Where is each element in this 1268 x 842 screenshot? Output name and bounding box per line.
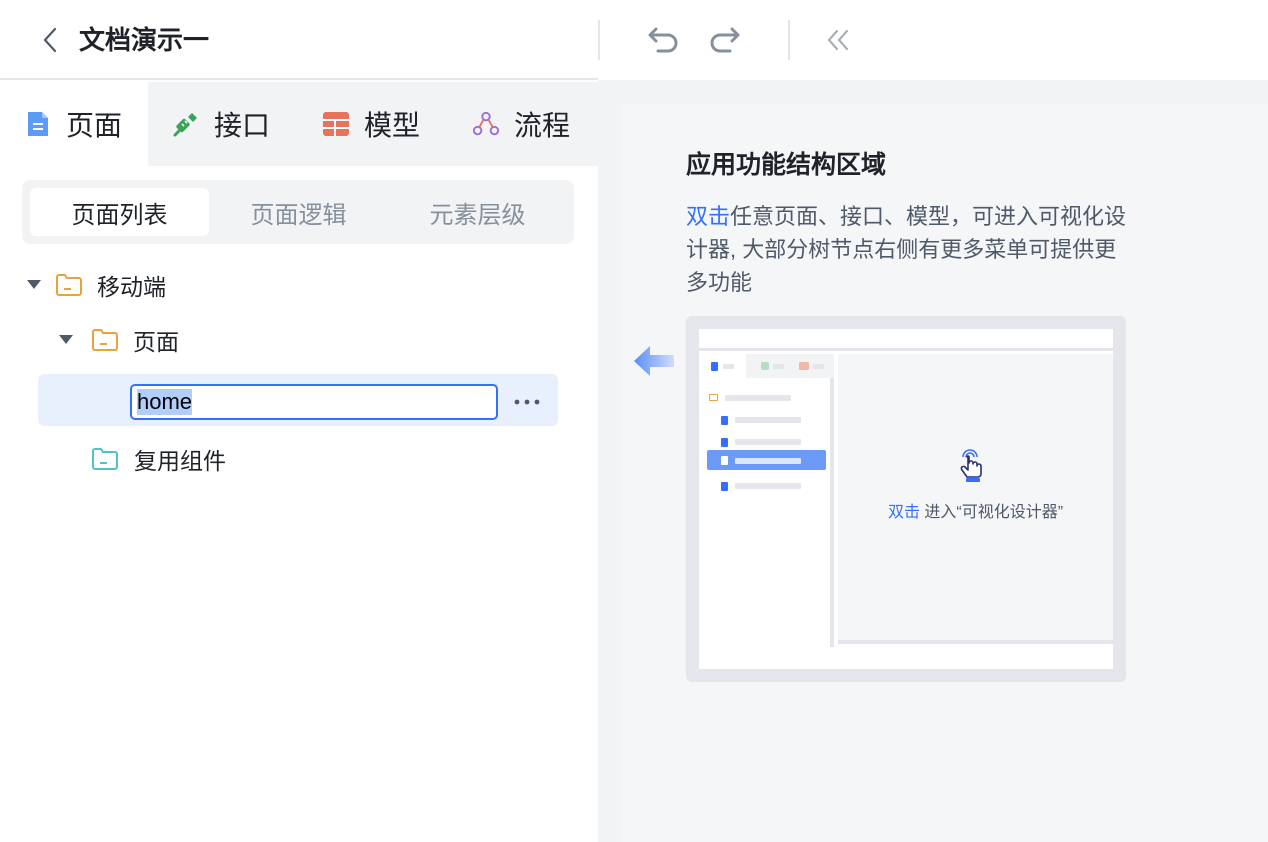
redo-button[interactable] (706, 22, 742, 58)
panel-top-gutter (598, 80, 1268, 104)
caption-text: 进入“可视化设计器” (919, 504, 1064, 521)
left-header: 文档演示一 (0, 0, 598, 80)
more-horizontal-icon (514, 399, 540, 405)
subtab-page-list[interactable]: 页面列表 (30, 188, 209, 236)
mini-table-icon (799, 362, 809, 370)
panel-gutter (598, 80, 622, 842)
tree-node-label: 页面 (133, 329, 179, 355)
guide-description: 双击任意页面、接口、模型，可进入可视化设计器, 大部分树节点右侧有更多菜单可提供… (686, 200, 1132, 299)
tab-flow-label: 流程 (514, 110, 571, 141)
illustration-topbar (699, 329, 1113, 351)
folder-icon (92, 328, 118, 352)
tab-interface[interactable]: 接口 (172, 82, 312, 166)
tab-model[interactable]: 模型 (322, 82, 462, 166)
tab-interface-label: 接口 (214, 110, 271, 141)
back-button[interactable] (36, 26, 64, 54)
tree-node-label: 移动端 (97, 274, 166, 300)
sub-tabs: 页面列表 页面逻辑 元素层级 (22, 180, 574, 244)
mini-doc-icon (721, 438, 728, 447)
main-tabs: 页面 接口 模型 流程 (0, 82, 598, 166)
illustration-tabs (699, 354, 834, 378)
mini-plug-icon (761, 362, 769, 370)
subtab-element-hierarchy[interactable]: 元素层级 (388, 188, 567, 236)
mini-doc-icon (721, 482, 728, 491)
top-header: 文档演示一 (0, 0, 1268, 80)
illustration-bottombar (699, 648, 1113, 669)
tree-node-mobile[interactable]: 移动端 (24, 268, 166, 302)
plug-icon (172, 110, 200, 138)
page-doc-icon (24, 110, 52, 138)
double-chevron-left-icon (827, 29, 849, 51)
undo-icon (648, 27, 678, 53)
undo-button[interactable] (646, 22, 682, 58)
caption-highlight: 双击 (887, 504, 920, 521)
rename-input[interactable]: home (130, 384, 498, 420)
tree-node-label: 复用组件 (134, 448, 226, 474)
guide-title: 应用功能结构区域 (686, 151, 887, 179)
mini-folder-icon (709, 394, 718, 401)
rename-input-value: home (137, 389, 193, 415)
illustration-sidebar (699, 354, 834, 647)
caret-down-icon[interactable] (24, 275, 44, 295)
tab-page[interactable]: 页面 (0, 82, 148, 166)
tab-page-label: 页面 (66, 110, 123, 141)
illustration-canvas: 双击 进入“可视化设计器” (838, 354, 1113, 644)
document-title: 文档演示一 (79, 25, 210, 55)
mini-doc-icon (721, 456, 728, 465)
caret-down-icon[interactable] (56, 330, 76, 350)
tree-node-reuse-components[interactable]: 复用组件 (92, 442, 226, 476)
header-divider-2 (788, 20, 790, 60)
guide-highlight: 双击 (686, 204, 731, 229)
redo-icon (710, 27, 740, 53)
tab-flow[interactable]: 流程 (472, 82, 598, 166)
guide-text: 任意页面、接口、模型，可进入可视化设计器, 大部分树节点右侧有更多菜单可提供更多… (686, 204, 1127, 295)
tab-model-label: 模型 (364, 110, 421, 141)
more-menu-button[interactable] (510, 388, 544, 416)
chevron-left-icon (43, 27, 57, 53)
mini-doc-icon (721, 416, 728, 425)
illustration-window: 双击 进入“可视化设计器” (699, 329, 1113, 669)
arrow-left-icon (634, 346, 674, 376)
flow-icon (472, 110, 500, 138)
header-divider (598, 20, 600, 60)
collapse-panel-button[interactable] (820, 22, 856, 58)
folder-icon (92, 447, 118, 471)
subtab-page-logic[interactable]: 页面逻辑 (209, 188, 388, 236)
guide-illustration: 双击 进入“可视化设计器” (686, 316, 1126, 682)
folder-icon (56, 273, 82, 297)
double-click-hand-icon (960, 449, 982, 482)
illustration-caption: 双击 进入“可视化设计器” (838, 498, 1113, 522)
table-icon (322, 110, 350, 138)
mini-doc-icon (711, 362, 718, 371)
tree-node-pages-folder[interactable]: 页面 (56, 323, 179, 357)
